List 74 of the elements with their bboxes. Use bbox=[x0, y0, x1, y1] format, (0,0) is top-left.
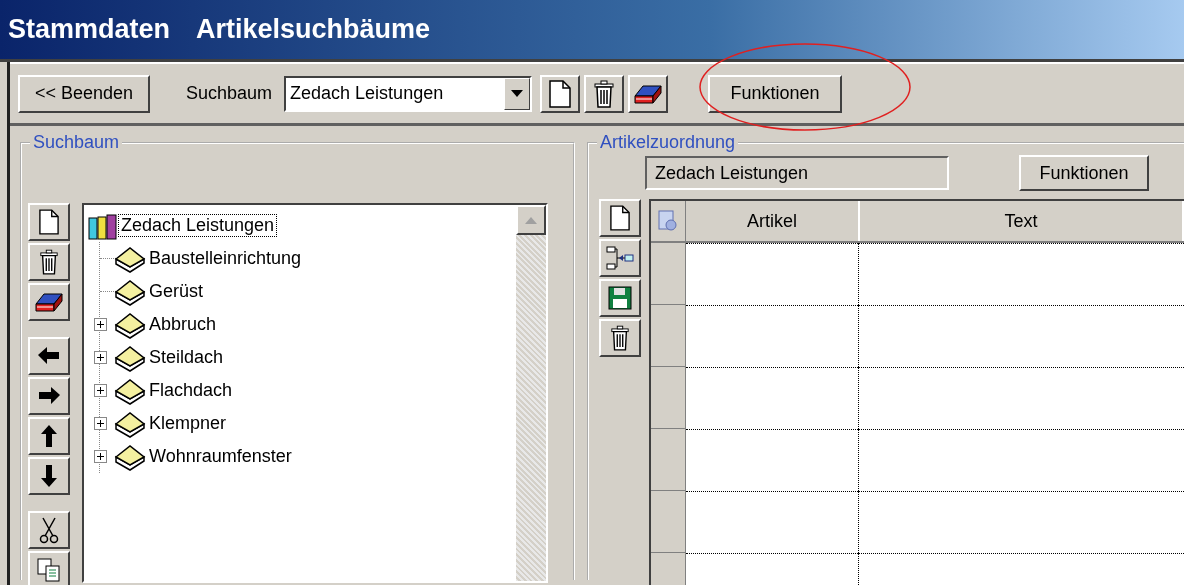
arrow-down-icon bbox=[38, 463, 60, 489]
column-header[interactable]: Text bbox=[860, 201, 1184, 241]
delete-article-button[interactable] bbox=[599, 319, 641, 357]
trash-icon bbox=[593, 79, 616, 108]
eraser-button[interactable] bbox=[628, 74, 669, 113]
eraser-icon bbox=[34, 290, 64, 314]
expand-icon[interactable] bbox=[94, 384, 107, 397]
page-icon bbox=[549, 79, 572, 108]
book-icon bbox=[114, 343, 146, 372]
page-icon bbox=[39, 209, 59, 235]
expand-icon[interactable] bbox=[94, 318, 107, 331]
tree-node[interactable]: Steildach bbox=[146, 346, 227, 369]
arrow-right-icon bbox=[36, 385, 62, 407]
delete-button[interactable] bbox=[584, 74, 625, 113]
scrollbar[interactable] bbox=[516, 205, 546, 581]
scroll-up-button[interactable] bbox=[516, 205, 546, 235]
book-icon bbox=[114, 442, 146, 471]
move-left-button[interactable] bbox=[28, 337, 70, 375]
move-up-button[interactable] bbox=[28, 417, 70, 455]
tree-node[interactable]: Gerüst bbox=[146, 280, 207, 303]
group-legend: Artikelzuordnung bbox=[597, 132, 739, 153]
row-header[interactable] bbox=[651, 367, 686, 429]
row-header[interactable] bbox=[651, 305, 686, 367]
arrow-up-icon bbox=[38, 423, 60, 449]
book-icon bbox=[114, 277, 146, 306]
row-header[interactable] bbox=[651, 491, 686, 553]
tree-node[interactable]: Klempner bbox=[146, 412, 230, 435]
move-right-button[interactable] bbox=[28, 377, 70, 415]
tree-node[interactable]: Wohnraumfenster bbox=[146, 445, 295, 468]
new-node-button[interactable] bbox=[28, 203, 70, 241]
tree-node[interactable]: Abbruch bbox=[146, 313, 220, 336]
new-article-button[interactable] bbox=[599, 199, 641, 237]
expand-icon[interactable] bbox=[94, 450, 107, 463]
functions-button[interactable]: Funktionen bbox=[708, 74, 843, 113]
assign-icon bbox=[605, 245, 635, 271]
book-icon bbox=[114, 244, 146, 273]
column-header[interactable]: Artikel bbox=[686, 201, 860, 241]
books-icon bbox=[88, 211, 118, 240]
save-button[interactable] bbox=[599, 279, 641, 317]
cut-button[interactable] bbox=[28, 511, 70, 549]
tree-select[interactable]: Zedach Leistungen bbox=[284, 75, 533, 112]
tree-node[interactable]: Flachdach bbox=[146, 379, 236, 402]
caret-up-icon bbox=[525, 216, 537, 224]
delete-node-button[interactable] bbox=[28, 243, 70, 281]
group-legend: Suchbaum bbox=[30, 132, 123, 153]
functions-button[interactable]: Funktionen bbox=[1019, 155, 1149, 191]
copy-icon bbox=[37, 558, 61, 582]
assign-button[interactable] bbox=[599, 239, 641, 277]
row-header[interactable] bbox=[651, 243, 686, 305]
tree-node[interactable]: Zedach Leistungen bbox=[118, 214, 278, 237]
row-header[interactable] bbox=[651, 429, 686, 491]
trash-icon bbox=[39, 249, 59, 275]
floppy-icon bbox=[608, 286, 632, 310]
tree-name-field: Zedach Leistungen bbox=[645, 156, 949, 190]
expand-icon[interactable] bbox=[94, 351, 107, 364]
caret-icon bbox=[511, 89, 524, 98]
copy-button[interactable] bbox=[28, 551, 70, 585]
book-icon bbox=[114, 310, 146, 339]
expand-icon[interactable] bbox=[94, 417, 107, 430]
eraser-button[interactable] bbox=[28, 283, 70, 321]
tree-node[interactable]: Baustelleinrichtung bbox=[146, 247, 305, 270]
window-subtitle: Artikelsuchbäume bbox=[196, 14, 431, 45]
move-down-button[interactable] bbox=[28, 457, 70, 495]
page-icon bbox=[610, 205, 630, 231]
tree-label: Suchbaum bbox=[186, 83, 273, 104]
scissors-icon bbox=[39, 516, 59, 544]
window-title: Stammdaten bbox=[8, 14, 171, 45]
dropdown-button[interactable] bbox=[504, 77, 531, 110]
new-button[interactable] bbox=[540, 74, 581, 113]
exit-button[interactable]: << Beenden bbox=[18, 74, 150, 113]
book-icon bbox=[114, 376, 146, 405]
trash-icon bbox=[610, 325, 630, 351]
table-settings-icon bbox=[657, 209, 679, 233]
book-icon bbox=[114, 409, 146, 438]
